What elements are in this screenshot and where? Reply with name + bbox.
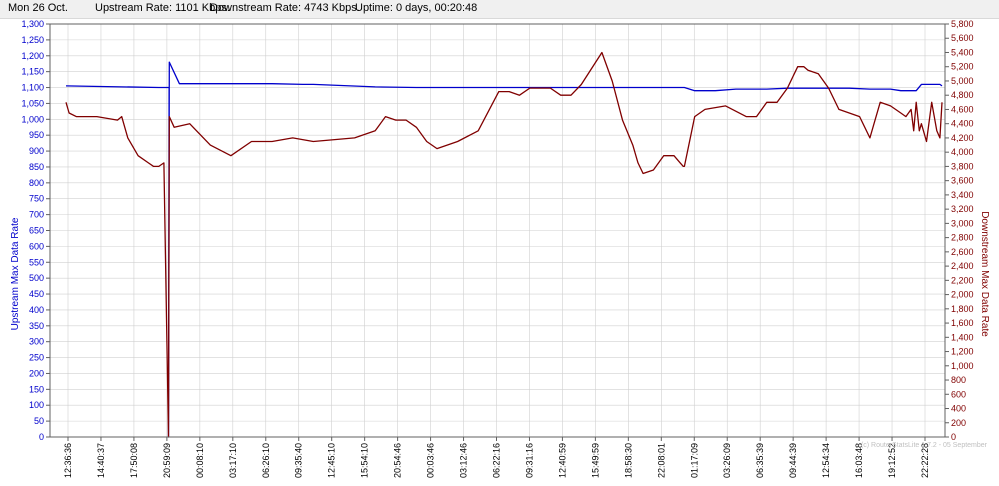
x-tick-label: 12:54:34 (821, 443, 831, 478)
downstream-rate-label: Downstream Rate: 4743 Kbps. (210, 2, 360, 14)
y-tick-label-left: 1,050 (21, 98, 44, 108)
uptime-label: Uptime: 0 days, 00:20:48 (355, 2, 478, 14)
x-tick-label: 12:45:10 (327, 443, 337, 478)
x-tick-label: 15:49:59 (590, 443, 600, 478)
y-tick-label-left: 900 (29, 146, 44, 156)
downstream-series-line (65, 51, 943, 438)
y-tick-label-right: 3,400 (951, 190, 974, 200)
y-tick-label-left: 400 (29, 305, 44, 315)
x-tick-label: 01:17:09 (689, 443, 699, 478)
y-tick-label-right: 5,800 (951, 19, 974, 29)
y-tick-label-right: 800 (951, 375, 966, 385)
y-tick-label-left: 350 (29, 321, 44, 331)
x-tick-label: 03:17:10 (228, 443, 238, 478)
y-tick-label-right: 600 (951, 389, 966, 399)
y-tick-label-left: 500 (29, 273, 44, 283)
y-tick-label-left: 450 (29, 289, 44, 299)
y-tick-label-left: 150 (29, 384, 44, 394)
x-tick-label: 00:03:46 (426, 443, 436, 478)
y-tick-label-left: 50 (34, 416, 44, 426)
y-tick-label-right: 200 (951, 418, 966, 428)
x-tick-label: 00:08:10 (195, 443, 205, 478)
y-tick-label-left: 250 (29, 353, 44, 363)
y-tick-label-left: 1,250 (21, 35, 44, 45)
status-header: Mon 26 Oct. Upstream Rate: 1101 Kbps. Do… (0, 0, 999, 19)
x-tick-label: 09:44:39 (788, 443, 798, 478)
y-tick-label-right: 4,200 (951, 133, 974, 143)
x-tick-label: 20:59:09 (162, 443, 172, 478)
y-tick-label-left: 950 (29, 130, 44, 140)
x-tick-label: 06:26:10 (261, 443, 271, 478)
y-tick-label-right: 400 (951, 404, 966, 414)
y-tick-label-right: 4,400 (951, 119, 974, 129)
y-axis-label-left: Upstream Max Data Rate (10, 217, 21, 330)
y-tick-label-right: 1,000 (951, 361, 974, 371)
x-tick-label: 18:58:30 (623, 443, 633, 478)
y-tick-label-right: 1,600 (951, 318, 974, 328)
x-tick-label: 03:26:09 (722, 443, 732, 478)
y-tick-label-left: 700 (29, 210, 44, 220)
x-tick-label: 12:40:59 (557, 443, 567, 478)
x-tick-label: 06:35:39 (755, 443, 765, 478)
y-tick-label-right: 1,200 (951, 347, 974, 357)
y-tick-label-right: 3,800 (951, 161, 974, 171)
y-tick-label-right: 2,200 (951, 275, 974, 285)
grid-layer (50, 23, 945, 438)
x-tick-label: 14:40:37 (96, 443, 106, 478)
y-tick-label-left: 650 (29, 226, 44, 236)
y-tick-label-left: 300 (29, 337, 44, 347)
x-tick-label: 03:12:46 (459, 443, 469, 478)
y-tick-label-left: 200 (29, 368, 44, 378)
y-tick-label-left: 850 (29, 162, 44, 172)
y-tick-label-left: 100 (29, 400, 44, 410)
upstream-series-line (65, 61, 943, 438)
x-tick-label: 09:35:40 (294, 443, 304, 478)
series-layer (65, 51, 943, 438)
y-tick-label-left: 1,300 (21, 19, 44, 29)
y-tick-label-right: 4,600 (951, 104, 974, 114)
x-tick-label: 09:31:16 (524, 443, 534, 478)
x-tick-label: 17:50:08 (129, 443, 139, 478)
y-tick-label-right: 2,000 (951, 290, 974, 300)
y-tick-label-left: 1,000 (21, 114, 44, 124)
x-tick-label: 06:22:16 (492, 443, 502, 478)
x-tick-label: 12:36:36 (63, 443, 73, 478)
y-tick-label-right: 2,800 (951, 233, 974, 243)
x-tick-label: 22:08:01 (656, 443, 666, 478)
y-tick-label-right: 0 (951, 432, 956, 442)
y-tick-label-left: 1,200 (21, 51, 44, 61)
y-tick-label-left: 550 (29, 257, 44, 267)
y-tick-label-right: 2,600 (951, 247, 974, 257)
date-label: Mon 26 Oct. (8, 2, 68, 14)
y-tick-label-right: 5,200 (951, 62, 974, 72)
y-tick-label-right: 5,600 (951, 33, 974, 43)
y-tick-label-left: 1,100 (21, 83, 44, 93)
y-tick-label-right: 5,000 (951, 76, 974, 86)
rate-chart: 0 50 100 150 200 250 300 350 400 450 500 550 600 650 7… (10, 19, 990, 478)
watermark-text: (c) RouterStatsLite 1.7.2 - 05 September (861, 442, 988, 449)
y-tick-label-right: 3,200 (951, 204, 974, 214)
y-tick-label-left: 800 (29, 178, 44, 188)
y-tick-label-right: 2,400 (951, 261, 974, 271)
y-tick-label-left: 0 (39, 432, 44, 442)
y-tick-label-left: 600 (29, 241, 44, 251)
x-tick-label: 20:54:46 (393, 443, 403, 478)
y-tick-label-right: 1,400 (951, 332, 974, 342)
y-tick-label-right: 3,600 (951, 176, 974, 186)
y-tick-label-left: 1,150 (21, 67, 44, 77)
y-tick-label-left: 750 (29, 194, 44, 204)
y-tick-label-right: 3,000 (951, 218, 974, 228)
y-tick-label-right: 5,400 (951, 47, 974, 57)
y-tick-label-right: 4,800 (951, 90, 974, 100)
y-axis-label-right: Downstream Max Data Rate (979, 211, 990, 337)
y-tick-label-right: 1,800 (951, 304, 974, 314)
x-tick-label: 15:54:10 (360, 443, 370, 478)
y-tick-label-right: 4,000 (951, 147, 974, 157)
